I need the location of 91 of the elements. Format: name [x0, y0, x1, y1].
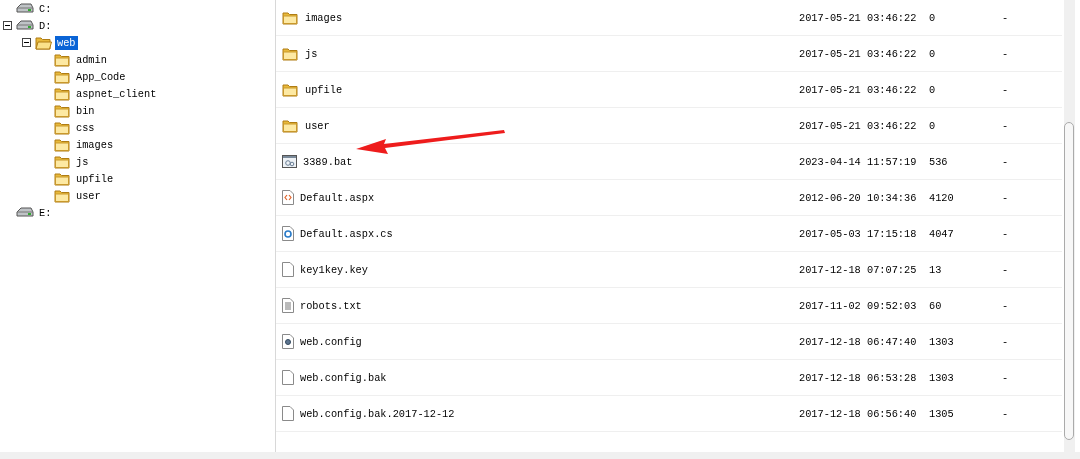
folder-icon	[54, 154, 71, 169]
file-name[interactable]: Default.aspx	[300, 191, 375, 204]
table-cell-text: -	[1002, 407, 1010, 420]
folder-icon	[282, 46, 299, 61]
file-name[interactable]: web.config.bak	[300, 371, 387, 384]
modified-time: 2017-05-21 03:46:22	[799, 83, 918, 96]
tree-item[interactable]: bin	[74, 103, 97, 118]
modified-time: 2017-05-03 17:15:18	[799, 227, 918, 240]
table-cell-text: -	[1002, 371, 1010, 384]
file-name[interactable]: user	[305, 119, 330, 132]
folder-icon	[54, 171, 71, 186]
folder-icon	[54, 86, 71, 101]
drive-icon	[16, 3, 34, 14]
table-cell-text: -	[1002, 47, 1010, 60]
file-size: 0	[929, 47, 937, 60]
folder-icon	[54, 137, 71, 152]
tree-item[interactable]: admin	[74, 52, 109, 67]
table-cell-text: -	[1002, 227, 1010, 240]
table-cell-text: -	[1002, 83, 1010, 96]
folder-icon	[282, 118, 299, 133]
file-size: 13	[929, 263, 943, 276]
gear-window-icon	[282, 155, 297, 168]
table-cell-text: -	[1002, 335, 1010, 348]
folder-icon	[54, 52, 71, 67]
cs-file-icon	[282, 226, 294, 241]
file-size: 1305	[929, 407, 955, 420]
file-name[interactable]: key1key.key	[300, 263, 368, 276]
tree-item[interactable]: C:	[37, 1, 54, 16]
folder-icon	[54, 103, 71, 118]
file-icon	[282, 406, 294, 421]
modified-time: 2012-06-20 10:34:36	[799, 191, 918, 204]
tree-item[interactable]: user	[74, 188, 103, 203]
file-icon	[282, 262, 294, 277]
tree-item[interactable]: images	[74, 137, 116, 152]
folder-icon	[54, 69, 71, 84]
tree-item[interactable]: js	[74, 154, 91, 169]
file-size: 1303	[929, 335, 955, 348]
drive-icon	[16, 20, 34, 31]
tree-item[interactable]: web	[55, 35, 78, 50]
table-cell-text: -	[1002, 191, 1010, 204]
modified-time: 2017-12-18 06:47:40	[799, 335, 918, 348]
modified-time: 2017-05-21 03:46:22	[799, 47, 918, 60]
file-name[interactable]: web.config.bak.2017-12-12	[300, 407, 455, 420]
file-name[interactable]: images	[305, 11, 343, 24]
file-size: 536	[929, 155, 949, 168]
tree-item[interactable]: E:	[37, 205, 54, 220]
tree-item[interactable]: upfile	[74, 171, 116, 186]
file-name[interactable]: 3389.bat	[303, 155, 353, 168]
file-name[interactable]: robots.txt	[300, 299, 362, 312]
table-cell-text: -	[1002, 119, 1010, 132]
drive-icon	[16, 207, 34, 218]
file-size: 1303	[929, 371, 955, 384]
modified-time: 2017-11-02 09:52:03	[799, 299, 918, 312]
file-size: 0	[929, 119, 937, 132]
folder-icon	[282, 82, 299, 97]
table-cell-text: -	[1002, 263, 1010, 276]
code-file-icon	[282, 190, 294, 205]
collapse-icon[interactable]	[3, 21, 12, 30]
folder-icon	[282, 10, 299, 25]
modified-time: 2017-12-18 06:53:28	[799, 371, 918, 384]
file-size: 4120	[929, 191, 955, 204]
modified-time: 2017-05-21 03:46:22	[799, 11, 918, 24]
scrollbar-thumb[interactable]	[1064, 122, 1074, 440]
config-file-icon	[282, 334, 294, 349]
horizontal-scrollbar[interactable]	[0, 452, 1080, 459]
table-cell-text: -	[1002, 299, 1010, 312]
file-icon	[282, 370, 294, 385]
file-name[interactable]: upfile	[305, 83, 343, 96]
file-name[interactable]: Default.aspx.cs	[300, 227, 393, 240]
scrollbar[interactable]	[1064, 0, 1075, 452]
file-size: 0	[929, 83, 937, 96]
file-name[interactable]: web.config	[300, 335, 362, 348]
tree-item[interactable]: App_Code	[74, 69, 128, 84]
tree-item[interactable]: css	[74, 120, 97, 135]
file-size: 4047	[929, 227, 955, 240]
file-name[interactable]: js	[305, 47, 318, 60]
tree-item[interactable]: D:	[37, 18, 54, 33]
modified-time: 2017-12-18 07:07:25	[799, 263, 918, 276]
tree-item[interactable]: aspnet_client	[74, 86, 159, 101]
table-cell-text: -	[1002, 155, 1010, 168]
modified-time: 2023-04-14 11:57:19	[799, 155, 918, 168]
modified-time: 2017-05-21 03:46:22	[799, 119, 918, 132]
text-file-icon	[282, 298, 294, 313]
folder-icon	[54, 120, 71, 135]
open-folder-icon	[35, 35, 52, 50]
collapse-icon[interactable]	[22, 38, 31, 47]
modified-time: 2017-12-18 06:56:40	[799, 407, 918, 420]
file-size: 0	[929, 11, 937, 24]
folder-icon	[54, 188, 71, 203]
table-cell-text: -	[1002, 11, 1010, 24]
file-size: 60	[929, 299, 943, 312]
